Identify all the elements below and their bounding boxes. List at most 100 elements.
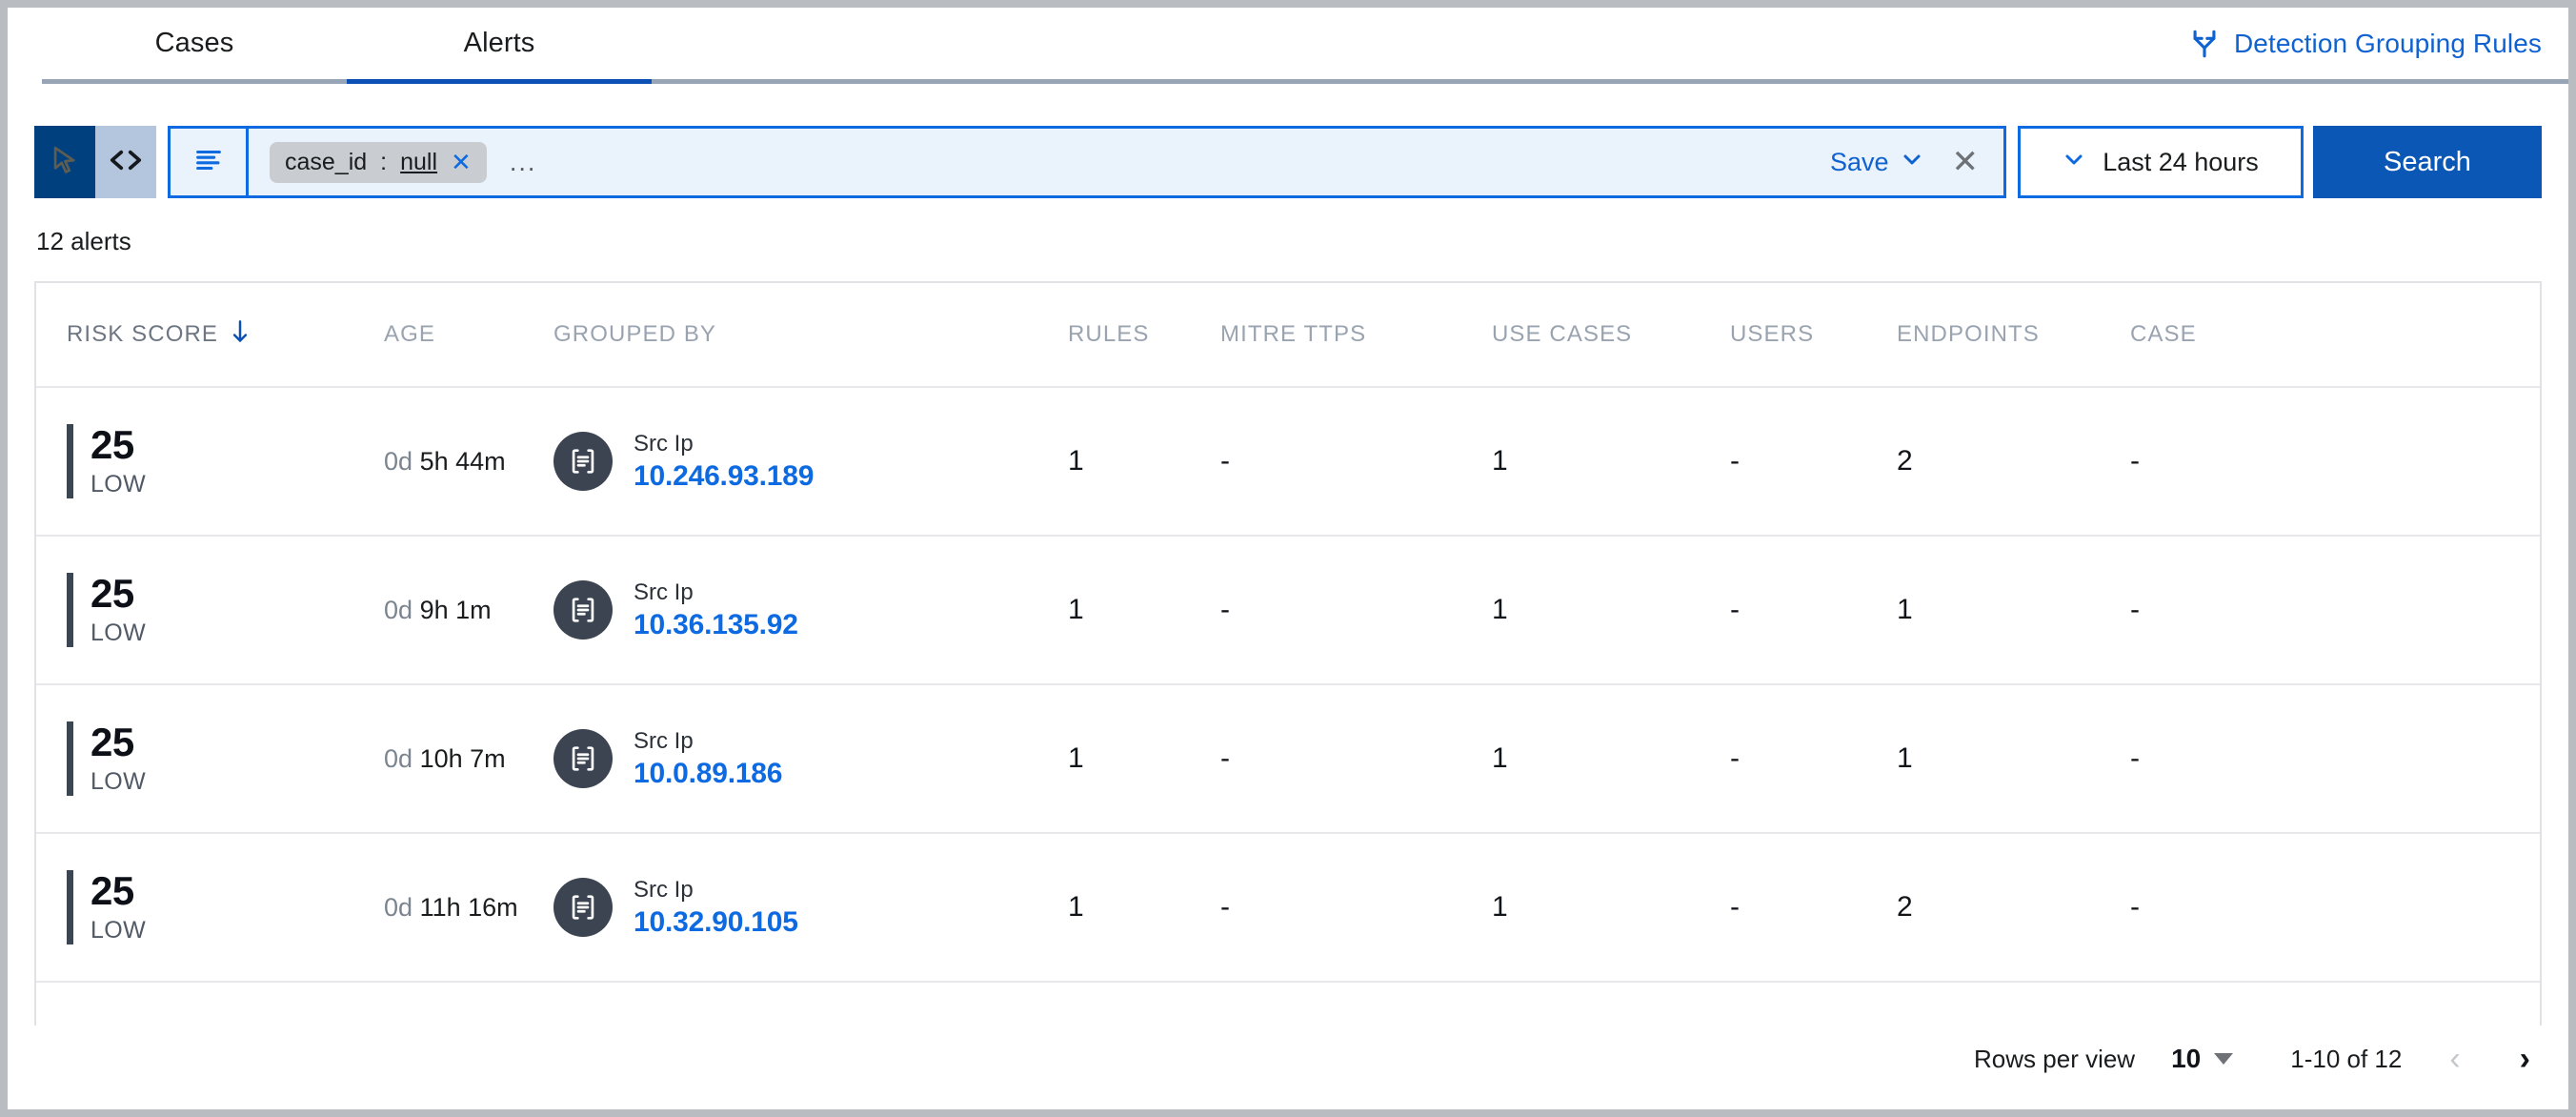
cell-case: - [2130, 594, 2140, 625]
close-x-icon[interactable]: ✕ [451, 150, 472, 174]
tab-alerts[interactable]: Alerts [347, 8, 652, 84]
column-header-case[interactable]: CASE [2130, 321, 2302, 348]
risk-values: 25 LOW [91, 721, 146, 796]
clear-filters-icon[interactable]: ✕ [1952, 146, 1980, 178]
more-filters-button[interactable]: ... [510, 148, 537, 177]
cell-use-cases: 1 [1492, 742, 1508, 774]
grouped-by-field: Src Ip [634, 579, 694, 605]
chevron-down-icon [2214, 1053, 2234, 1065]
table-row[interactable]: 25 LOW 0d 5h 44m Src Ip 10.246.93.189 1 - 1 - 2 - [36, 388, 2540, 537]
risk-score-indicator: 25 LOW [67, 573, 384, 647]
code-query-mode-button[interactable] [95, 126, 156, 198]
grouped-by-content: Src Ip 10.0.89.186 [553, 728, 1068, 790]
chevron-right-icon[interactable]: › [2508, 1043, 2542, 1075]
rows-per-view-value: 10 [2171, 1044, 2202, 1073]
table-body: 25 LOW 0d 5h 44m Src Ip 10.246.93.189 1-1-2-2… [36, 388, 2540, 983]
cell-use-cases: 1 [1492, 594, 1508, 625]
time-range-picker[interactable]: Last 24 hours [2018, 126, 2304, 198]
alert-count-label: 12 alerts [36, 227, 131, 255]
grouped-by-value-link[interactable]: 10.246.93.189 [634, 460, 814, 493]
cell-rules: 1 [1068, 445, 1084, 477]
risk-score-value: 25 [91, 868, 134, 914]
cell-grouped-by: Src Ip 10.32.90.105 [553, 877, 1068, 939]
grouped-by-content: Src Ip 10.32.90.105 [553, 877, 1068, 939]
column-header-endpoints[interactable]: ENDPOINTS [1897, 321, 2130, 348]
tab-bar: Cases Alerts Detection Grouping Rules [8, 8, 2568, 88]
arrow-down-icon [230, 319, 251, 351]
cell-endpoints: 1 [1897, 594, 1913, 625]
branch-fork-icon [2188, 28, 2221, 60]
grouped-by-value-link[interactable]: 10.0.89.186 [634, 758, 782, 790]
filter-list-button[interactable] [171, 129, 249, 195]
age-time: 5h 44m [419, 446, 506, 476]
cell-endpoints: 1 [1897, 742, 1913, 774]
age-days: 0d [384, 743, 413, 773]
cell-age: 0d 10h 7m [384, 744, 553, 774]
cell-rules: 1 [1068, 594, 1084, 625]
risk-score-indicator: 25 LOW [67, 424, 384, 498]
visual-query-mode-button[interactable] [34, 126, 95, 198]
table-row[interactable]: 25 LOW 0d 11h 16m Src Ip 10.32.90.105 1 - 1 - 2 - [36, 834, 2540, 983]
age-days: 0d [384, 595, 413, 624]
chevron-down-icon [1901, 148, 1923, 177]
cell-users: - [1730, 594, 1740, 625]
risk-values: 25 LOW [91, 424, 146, 498]
tab-cases[interactable]: Cases [42, 8, 347, 84]
filter-chip-field: case_id [285, 148, 368, 175]
table-row[interactable]: 25 LOW 0d 9h 1m Src Ip 10.36.135.92 1 - 1 - 1 - [36, 537, 2540, 685]
field-value-icon [553, 729, 613, 788]
filter-input-container[interactable]: case_id : null ✕ ... Save ✕ [168, 126, 2006, 198]
filter-chips-area[interactable]: case_id : null ✕ ... [249, 141, 1830, 183]
grouped-by-value-link[interactable]: 10.36.135.92 [634, 609, 798, 641]
field-value-icon [553, 580, 613, 640]
risk-severity-bar [67, 573, 73, 647]
age-days: 0d [384, 892, 413, 922]
cell-case: - [2130, 445, 2140, 477]
code-brackets-icon [108, 146, 144, 179]
column-header-risk-score-label: RISK SCORE [67, 321, 219, 347]
chevron-left-icon[interactable]: ‹ [2438, 1043, 2471, 1075]
risk-severity-label: LOW [91, 767, 147, 795]
risk-score-indicator: 25 LOW [67, 870, 384, 944]
field-value-icon [553, 432, 613, 491]
risk-severity-label: LOW [91, 916, 147, 944]
detection-grouping-rules-link[interactable]: Detection Grouping Rules [2187, 8, 2568, 84]
risk-score-value: 25 [91, 571, 134, 617]
table-row[interactable]: 25 LOW 0d 10h 7m Src Ip 10.0.89.186 1 - 1 - 1 - [36, 685, 2540, 834]
age-value: 0d 11h 16m [384, 893, 518, 922]
column-header-age[interactable]: AGE [384, 321, 553, 348]
cell-endpoints: 2 [1897, 445, 1913, 477]
grouped-by-field: Src Ip [634, 876, 694, 903]
cell-risk-score: 25 LOW [36, 424, 384, 498]
save-query-label: Save [1829, 147, 1889, 176]
grouped-by-value-link[interactable]: 10.32.90.105 [634, 906, 798, 939]
tab-cases-label: Cases [154, 28, 234, 58]
cell-risk-score: 25 LOW [36, 573, 384, 647]
column-header-use-cases[interactable]: USE CASES [1492, 321, 1730, 348]
risk-severity-bar [67, 870, 73, 944]
column-header-mitre-ttps[interactable]: MITRE TTPS [1220, 321, 1492, 348]
column-header-risk-score[interactable]: RISK SCORE [36, 319, 384, 351]
rows-per-view-select[interactable]: 10 [2171, 1044, 2234, 1074]
column-header-users[interactable]: USERS [1730, 321, 1897, 348]
detection-grouping-rules-label: Detection Grouping Rules [2233, 28, 2542, 58]
cell-use-cases: 1 [1492, 891, 1508, 923]
cell-risk-score: 25 LOW [36, 870, 384, 944]
risk-score-value: 25 [91, 422, 134, 468]
table-header-row: RISK SCORE AGE GROUPED BY RULES MITRE TT… [36, 283, 2540, 388]
age-time: 9h 1m [419, 595, 492, 624]
search-bar: case_id : null ✕ ... Save ✕ Last 24 hour… [34, 126, 2542, 198]
tab-list: Cases Alerts [42, 8, 652, 84]
risk-values: 25 LOW [91, 573, 146, 647]
pagination-bar: Rows per view 10 1-10 of 12 ‹ › [34, 1026, 2542, 1092]
save-query-button[interactable]: Save [1830, 148, 1923, 177]
age-time: 10h 7m [419, 743, 506, 773]
filter-list-icon [192, 144, 225, 181]
rows-per-view-label: Rows per view [1974, 1044, 2136, 1073]
column-header-rules[interactable]: RULES [1068, 321, 1220, 348]
risk-severity-bar [67, 721, 73, 796]
cell-risk-score: 25 LOW [36, 721, 384, 796]
search-button[interactable]: Search [2313, 126, 2542, 198]
column-header-grouped-by[interactable]: GROUPED BY [553, 321, 1068, 348]
filter-chip-case-id[interactable]: case_id : null ✕ [270, 141, 487, 183]
